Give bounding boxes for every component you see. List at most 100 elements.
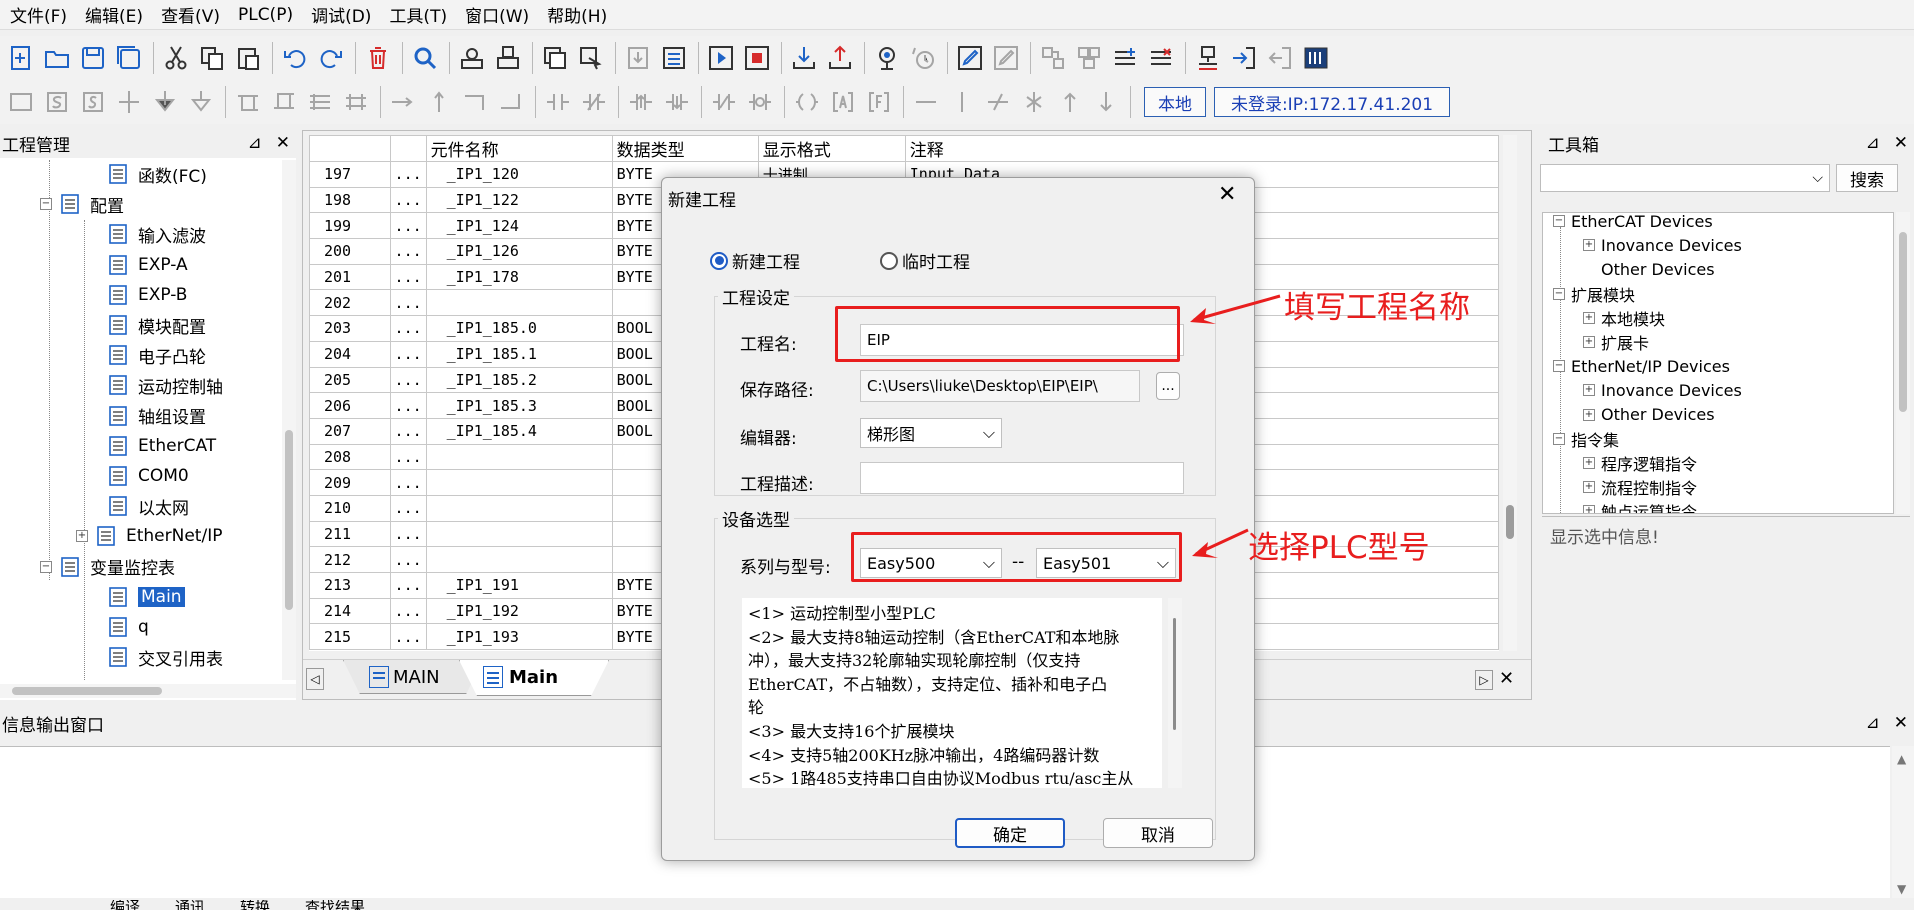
- table-cell[interactable]: 209: [309, 469, 391, 496]
- toolbox-item[interactable]: + 触点运算指令: [1583, 499, 1697, 513]
- tree-item[interactable]: + EtherNet/IP: [76, 522, 222, 550]
- vertical-line-icon[interactable]: [422, 85, 456, 119]
- table-cell[interactable]: _IP1_124: [425, 212, 613, 240]
- online-edit-button[interactable]: [989, 41, 1023, 75]
- table-cell[interactable]: 210: [309, 494, 391, 522]
- invert-contact-icon[interactable]: [707, 85, 741, 119]
- edit-mode-button[interactable]: [953, 41, 987, 75]
- table-cell[interactable]: _IP1_126: [425, 238, 613, 265]
- output-tab[interactable]: 查找结果: [305, 900, 365, 910]
- table-cell[interactable]: 198: [309, 186, 391, 214]
- tree-item[interactable]: − 变量监控表: [40, 553, 175, 581]
- window-tile-button[interactable]: [538, 41, 572, 75]
- copy-button[interactable]: [195, 41, 229, 75]
- table-cell[interactable]: 213: [309, 572, 391, 599]
- tree-expander-icon[interactable]: −: [1553, 360, 1565, 373]
- menu-item[interactable]: 查看(V): [151, 2, 228, 27]
- browse-button[interactable]: ...: [1156, 372, 1180, 400]
- arrow-down-icon[interactable]: [1089, 85, 1123, 119]
- horizontal-line-icon[interactable]: [386, 85, 420, 119]
- parallel-branch-icon[interactable]: [231, 85, 265, 119]
- table-cell[interactable]: ...: [389, 572, 427, 599]
- upload-doc-button[interactable]: [657, 41, 691, 75]
- menu-item[interactable]: 帮助(H): [537, 2, 615, 27]
- tree-item[interactable]: 以太网: [106, 492, 189, 520]
- output-coil-icon[interactable]: [790, 85, 824, 119]
- project-tree-scrollbar[interactable]: [282, 160, 296, 680]
- save-button[interactable]: [76, 41, 110, 75]
- delete-rung-button[interactable]: [1144, 41, 1178, 75]
- column-header[interactable]: [389, 135, 427, 162]
- toolbox-search-button[interactable]: 搜索: [1836, 164, 1898, 192]
- table-cell[interactable]: ...: [389, 443, 427, 471]
- tree-item[interactable]: − 配置: [40, 190, 124, 218]
- output-tab[interactable]: 转换: [240, 900, 270, 910]
- h-line-icon[interactable]: [909, 85, 943, 119]
- table-cell[interactable]: [425, 520, 613, 548]
- table-cell[interactable]: _IP1_192: [425, 597, 613, 625]
- table-cell[interactable]: 201: [309, 263, 391, 291]
- network-scan-button[interactable]: [1036, 41, 1070, 75]
- menu-item[interactable]: PLC(P): [228, 5, 301, 25]
- tree-expander-icon[interactable]: +: [1583, 481, 1595, 494]
- save-all-button[interactable]: [112, 41, 146, 75]
- toolbox-item[interactable]: + 程序逻辑指令: [1583, 451, 1697, 475]
- table-cell[interactable]: ...: [389, 469, 427, 496]
- window-cascade-button[interactable]: [574, 41, 608, 75]
- tree-expander-icon[interactable]: +: [1583, 239, 1595, 252]
- close-icon[interactable]: ✕: [276, 133, 290, 153]
- table-cell[interactable]: ...: [389, 161, 427, 188]
- table-cell[interactable]: 204: [309, 340, 391, 368]
- table-cell[interactable]: _IP1_185.2: [425, 366, 613, 394]
- column-header[interactable]: 注释: [904, 135, 1499, 162]
- test-button[interactable]: [1191, 41, 1225, 75]
- table-cell[interactable]: 212: [309, 546, 391, 573]
- close-icon[interactable]: ✕: [1894, 133, 1908, 153]
- set-coil-icon[interactable]: [40, 85, 74, 119]
- close-icon[interactable]: ✕: [1894, 713, 1908, 733]
- corner-line-icon[interactable]: [458, 85, 492, 119]
- table-cell[interactable]: 206: [309, 392, 391, 419]
- v-line-icon[interactable]: [945, 85, 979, 119]
- table-cell[interactable]: ...: [389, 315, 427, 342]
- tree-item[interactable]: EtherCAT: [106, 432, 216, 460]
- tree-item[interactable]: 运动控制轴: [106, 371, 223, 399]
- toolbox-search-input[interactable]: ⌵: [1540, 164, 1830, 192]
- table-cell[interactable]: _IP1_185.4: [425, 417, 613, 445]
- table-cell[interactable]: ...: [389, 340, 427, 368]
- ok-button[interactable]: 确定: [955, 818, 1065, 848]
- tree-item[interactable]: 电子凸轮: [106, 341, 206, 369]
- upload-from-plc-button[interactable]: [823, 41, 857, 75]
- table-cell[interactable]: _IP1_185.1: [425, 340, 613, 368]
- table-cell[interactable]: ...: [389, 546, 427, 573]
- column-header[interactable]: 元件名称: [425, 135, 613, 162]
- tree-expander-icon[interactable]: +: [76, 530, 88, 543]
- compile-all-button[interactable]: [491, 41, 525, 75]
- toolbox-item[interactable]: + Inovance Devices: [1583, 233, 1742, 257]
- paste-button[interactable]: [231, 41, 265, 75]
- cancel-button[interactable]: 取消: [1103, 818, 1213, 848]
- reset-coil-icon[interactable]: [76, 85, 110, 119]
- menu-item[interactable]: 窗口(W): [455, 2, 537, 27]
- pin-icon[interactable]: ⊿: [1866, 133, 1880, 153]
- menu-item[interactable]: 文件(F): [0, 2, 75, 27]
- rising-edge-icon[interactable]: [624, 85, 658, 119]
- table-cell[interactable]: ...: [389, 238, 427, 265]
- tree-expander-icon[interactable]: +: [1583, 384, 1595, 397]
- application-instruction-icon[interactable]: [826, 85, 860, 119]
- function-block-icon[interactable]: [862, 85, 896, 119]
- project-tree-hscrollbar[interactable]: [0, 684, 296, 698]
- tree-expander-icon[interactable]: +: [1583, 457, 1595, 469]
- table-cell[interactable]: _IP1_185.3: [425, 392, 613, 419]
- tree-expander-icon[interactable]: −: [1553, 215, 1565, 227]
- table-cell[interactable]: 208: [309, 443, 391, 471]
- pin-icon[interactable]: ⊿: [1866, 713, 1880, 733]
- table-cell[interactable]: _IP1_191: [425, 572, 613, 599]
- table-cell[interactable]: _IP1_122: [425, 186, 613, 214]
- table-cell[interactable]: 205: [309, 366, 391, 394]
- insert-down-outline-icon[interactable]: [184, 85, 218, 119]
- table-cell[interactable]: [425, 469, 613, 496]
- table-cell[interactable]: 197: [309, 161, 391, 188]
- tree-item[interactable]: 模块配置: [106, 311, 206, 339]
- toolbox-item[interactable]: + 本地模块: [1583, 306, 1665, 330]
